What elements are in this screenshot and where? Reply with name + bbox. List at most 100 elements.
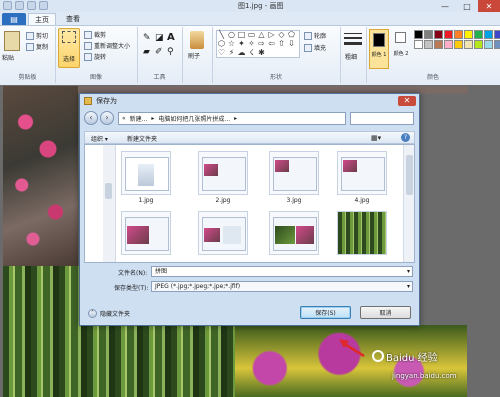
palette-swatch[interactable] [434, 30, 443, 39]
palette-swatch[interactable] [424, 40, 433, 49]
path-overflow[interactable]: « [122, 115, 126, 122]
chevron-down-icon[interactable]: ▾ [407, 282, 410, 291]
maximize-button[interactable]: □ [456, 0, 478, 12]
app-menu-button[interactable]: ▤ [2, 13, 26, 25]
file-name-2[interactable]: 2.jpg [198, 197, 248, 204]
palette-swatch[interactable] [494, 30, 500, 39]
color-picker-icon[interactable]: ✐ [155, 47, 163, 57]
palette-swatch[interactable] [434, 40, 443, 49]
brush-icon[interactable] [190, 31, 204, 49]
copy-button[interactable]: 复制 [26, 42, 48, 51]
shape-option[interactable]: ○ [227, 31, 236, 39]
shape-option[interactable]: ⇩ [287, 40, 296, 48]
palette-swatch[interactable] [464, 40, 473, 49]
text-tool-icon[interactable]: A [167, 32, 175, 43]
path-segment-2[interactable]: 电脑如何把几张照片拼成... [158, 114, 230, 123]
crop-button[interactable]: 裁剪 [84, 30, 106, 39]
filetype-select[interactable]: JPEG (*.jpg;*.jpeg;*.jpe;*.jfif) ▾ [151, 281, 413, 292]
shape-option[interactable]: ☇ [247, 49, 256, 57]
cancel-button[interactable]: 取消 [360, 306, 411, 319]
search-input[interactable] [350, 112, 414, 125]
fill-button[interactable]: 填充 [304, 43, 326, 52]
redo-quick-icon[interactable] [39, 1, 48, 10]
palette-swatch[interactable] [474, 30, 483, 39]
hide-folders-toggle[interactable]: ˄ 隐藏文件夹 [88, 309, 130, 318]
palette-swatch[interactable] [424, 30, 433, 39]
shape-option[interactable]: ♡ [217, 49, 226, 57]
file-thumb-2[interactable] [198, 151, 248, 195]
undo-quick-icon[interactable] [27, 1, 36, 10]
shape-option[interactable]: ◇ [277, 31, 286, 39]
palette-swatch[interactable] [444, 30, 453, 39]
forward-arrow-icon[interactable]: › [100, 111, 114, 125]
file-name-1[interactable]: 1.jpg [121, 197, 171, 204]
nav-scroll-thumb[interactable] [105, 183, 112, 199]
file-scroll-thumb[interactable] [406, 155, 413, 195]
path-segment-1[interactable]: 新建... [130, 114, 148, 123]
address-bar[interactable]: « 新建... ▸ 电脑如何把几张照片拼成... ▸ [118, 112, 346, 125]
dialog-close-button[interactable]: ✕ [398, 96, 416, 106]
save-quick-icon[interactable] [15, 1, 24, 10]
file-thumb-1[interactable] [121, 151, 171, 195]
shape-option[interactable]: △ [257, 31, 266, 39]
file-thumb-8[interactable] [337, 211, 387, 255]
paste-button[interactable]: 粘贴 [2, 53, 14, 62]
view-options-icon[interactable]: ▦▾ [371, 134, 381, 142]
shape-option[interactable]: ⇧ [277, 40, 286, 48]
nav-pane-scrollbar[interactable] [103, 145, 116, 262]
shape-option[interactable]: ▷ [267, 31, 276, 39]
resize-button[interactable]: 重新调整大小 [84, 41, 130, 50]
file-name-4[interactable]: 4.jpg [337, 197, 387, 204]
eraser-icon[interactable]: ▰ [143, 47, 150, 57]
shape-option[interactable]: ⇨ [257, 40, 266, 48]
tab-view[interactable]: 查看 [60, 13, 86, 25]
magnifier-icon[interactable]: ⚲ [167, 47, 174, 57]
palette-swatch[interactable] [484, 40, 493, 49]
new-folder-button[interactable]: 新建文件夹 [127, 134, 157, 143]
shape-option[interactable]: ✱ [257, 49, 266, 57]
minimize-button[interactable]: — [434, 0, 456, 12]
file-thumb-7[interactable] [269, 211, 319, 255]
organize-button[interactable]: 组织 ▾ [91, 134, 108, 143]
filename-input[interactable]: 拼图 ▾ [151, 266, 413, 277]
shape-option[interactable]: ☁ [237, 49, 246, 57]
file-list-scrollbar[interactable] [403, 145, 414, 262]
file-thumb-5[interactable] [121, 211, 171, 255]
palette-swatch[interactable] [454, 30, 463, 39]
color2-button[interactable]: 颜色 2 [392, 29, 410, 69]
back-arrow-icon[interactable]: ‹ [84, 111, 98, 125]
paste-icon[interactable] [4, 31, 20, 51]
file-thumb-3[interactable] [269, 151, 319, 195]
file-name-3[interactable]: 3.jpg [269, 197, 319, 204]
chevron-down-icon[interactable]: ▾ [407, 267, 410, 276]
shape-option[interactable]: ▭ [247, 31, 256, 39]
palette-swatch[interactable] [414, 40, 423, 49]
size-group[interactable]: 粗细 [340, 27, 367, 83]
outline-button[interactable]: 轮廓 [304, 31, 326, 40]
shape-option[interactable]: ✦ [237, 40, 246, 48]
shape-option[interactable]: ⬠ [287, 31, 296, 39]
file-thumb-4[interactable] [337, 151, 387, 195]
shape-option[interactable]: ✧ [247, 40, 256, 48]
palette-swatch[interactable] [414, 30, 423, 39]
palette-swatch[interactable] [484, 30, 493, 39]
shape-option[interactable]: ⚡ [227, 49, 236, 57]
select-button[interactable]: 选择 [58, 28, 80, 68]
shape-option[interactable]: ⇦ [267, 40, 276, 48]
shape-option[interactable]: □ [237, 31, 246, 39]
help-icon[interactable]: ? [401, 133, 410, 142]
color1-button[interactable]: 颜色 1 [369, 29, 389, 69]
pencil-icon[interactable]: ✎ [143, 33, 151, 43]
rotate-button[interactable]: 旋转 [84, 52, 106, 61]
save-button[interactable]: 保存(S) [300, 306, 351, 319]
file-list[interactable]: 1.jpg 2.jpg 3.jpg 4.jpg [84, 144, 415, 263]
shape-option[interactable]: ╲ [217, 31, 226, 39]
palette-swatch[interactable] [474, 40, 483, 49]
shape-option[interactable]: ☆ [227, 40, 236, 48]
shape-option[interactable]: ⬡ [217, 40, 226, 48]
cut-button[interactable]: 剪切 [26, 31, 48, 40]
palette-swatch[interactable] [454, 40, 463, 49]
palette-swatch[interactable] [444, 40, 453, 49]
palette-swatch[interactable] [494, 40, 500, 49]
close-button[interactable]: ✕ [478, 0, 500, 12]
